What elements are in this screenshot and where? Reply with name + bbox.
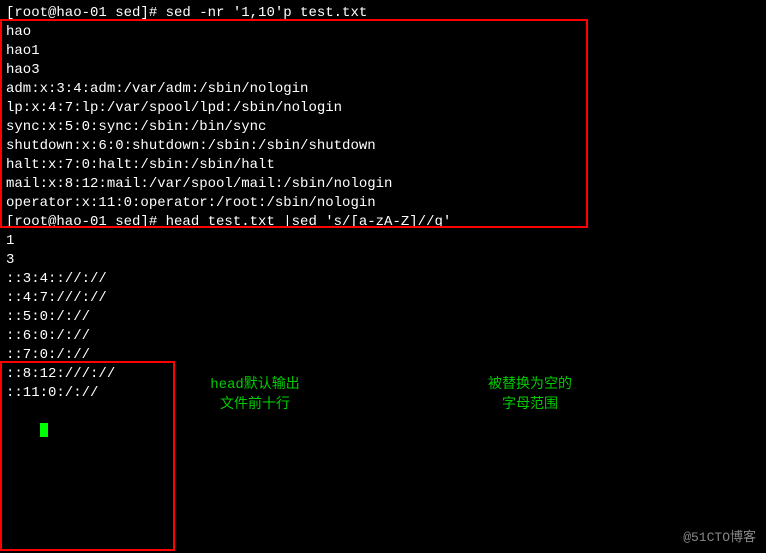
output-line-12: 1 [6, 232, 760, 251]
output-line-21: ::8:12:///:// [6, 365, 760, 384]
annotation-head-line1: head默认输出 [190, 375, 320, 395]
watermark: @51CTO博客 [683, 526, 756, 545]
output-line-5: lp:x:4:7:lp:/var/spool/lpd:/sbin/nologin [6, 99, 760, 118]
output-line-18: ::5:0:/:// [6, 308, 760, 327]
output-line-19: ::6:0:/:// [6, 327, 760, 346]
output-line-14: 3 [6, 251, 760, 270]
prompt-line-11: [root@hao-01 sed]# head test.txt |sed 's… [6, 213, 760, 232]
cursor-line [6, 403, 760, 460]
output-line-1: hao [6, 23, 760, 42]
annotation-replace-line2: 字母范围 [465, 395, 595, 415]
output-line-4: adm:x:3:4:adm:/var/adm:/sbin/nologin [6, 80, 760, 99]
annotation-replace-line1: 被替换为空的 [465, 375, 595, 395]
annotation-head-line2: 文件前十行 [190, 395, 320, 415]
output-line-10: operator:x:11:0:operator:/root:/sbin/nol… [6, 194, 760, 213]
output-line-7: shutdown:x:6:0:shutdown:/sbin:/sbin/shut… [6, 137, 760, 156]
output-line-8: halt:x:7:0:halt:/sbin:/sbin/halt [6, 156, 760, 175]
output-line-6: sync:x:5:0:sync:/sbin:/bin/sync [6, 118, 760, 137]
annotation-replace: 被替换为空的 字母范围 [465, 375, 595, 415]
prompt-line-0: [root@hao-01 sed]# sed -nr '1,10'p test.… [6, 4, 760, 23]
output-line-17: ::4:7:///:// [6, 289, 760, 308]
cursor-block [40, 423, 48, 437]
output-line-20: ::7:0:/:// [6, 346, 760, 365]
output-line-2: hao1 [6, 42, 760, 61]
output-line-9: mail:x:8:12:mail:/var/spool/mail:/sbin/n… [6, 175, 760, 194]
terminal: [root@hao-01 sed]# sed -nr '1,10'p test.… [0, 0, 766, 553]
output-line-16: ::3:4:://:// [6, 270, 760, 289]
output-line-22: ::11:0:/:// [6, 384, 760, 403]
annotation-head: head默认输出 文件前十行 [190, 375, 320, 415]
output-line-3: hao3 [6, 61, 760, 80]
